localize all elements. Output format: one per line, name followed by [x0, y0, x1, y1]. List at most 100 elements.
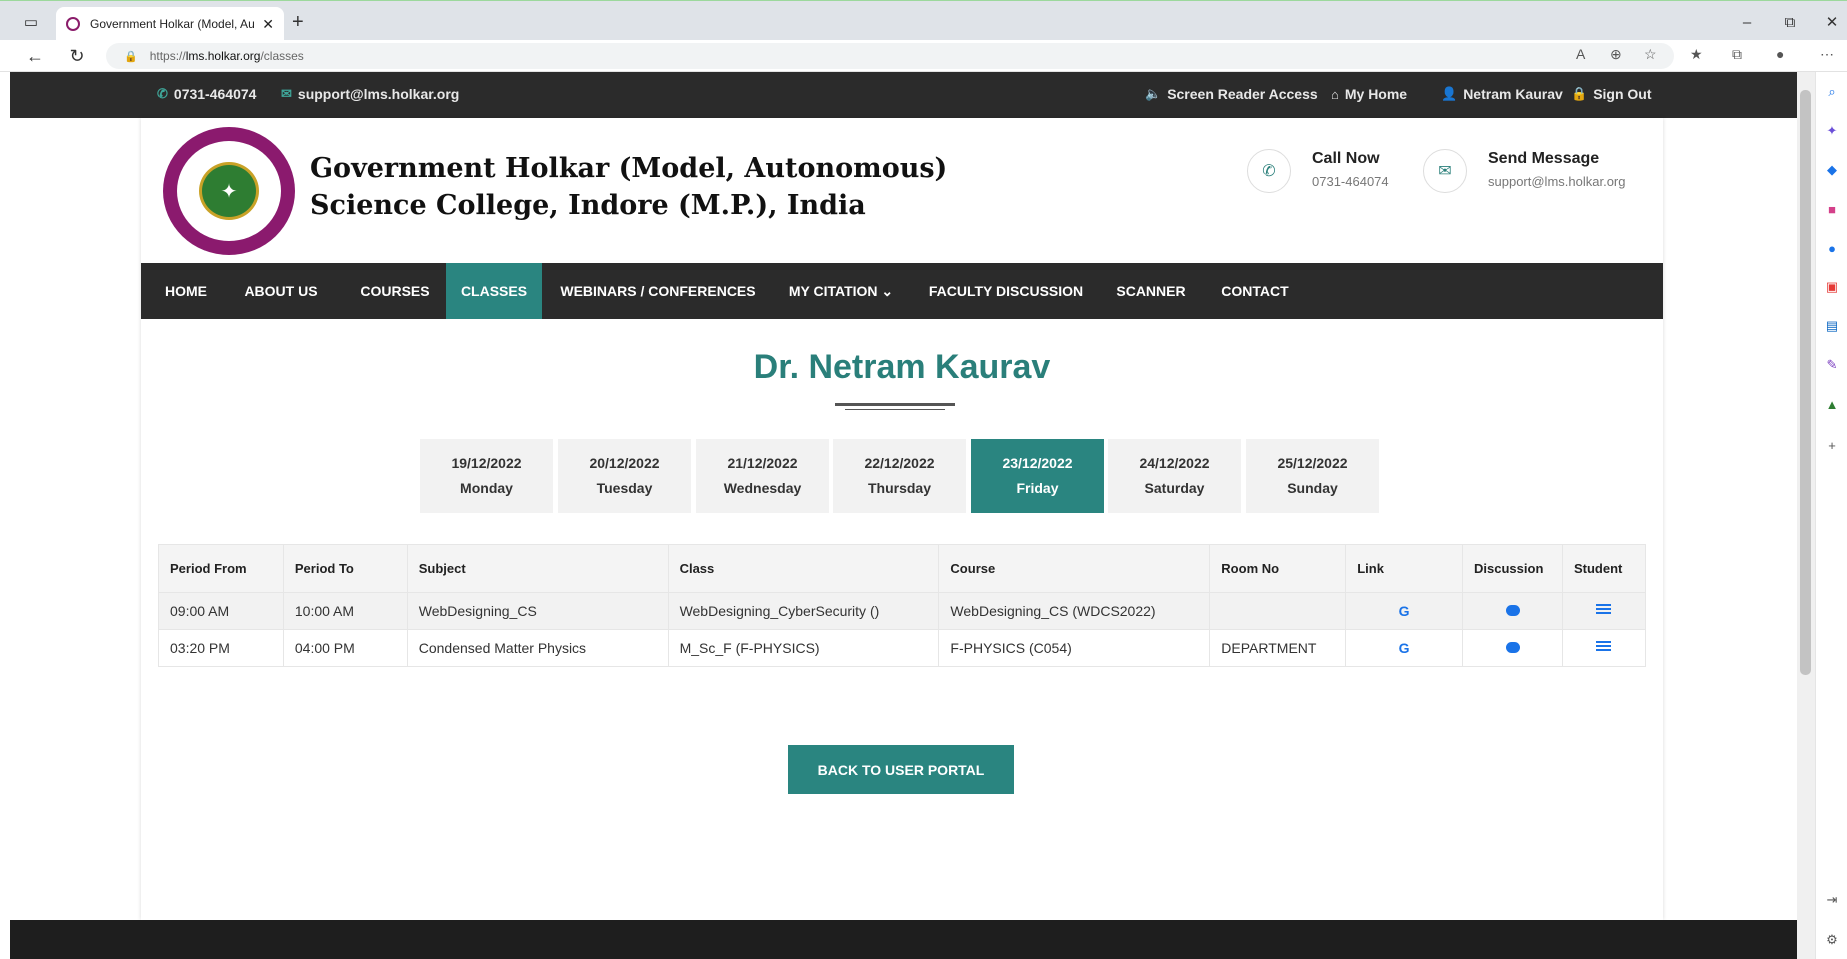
- nav-faculty-discussion[interactable]: FACULTY DISCUSSION: [929, 263, 1083, 319]
- cell-course: F-PHYSICS (C054): [938, 629, 1211, 667]
- tools-icon[interactable]: ■: [1824, 201, 1840, 217]
- url-prefix: https://: [149, 49, 186, 63]
- day-date: 21/12/2022: [727, 455, 798, 471]
- my-home-link[interactable]: ⌂ My Home: [1331, 86, 1407, 102]
- minimize-icon[interactable]: –: [1732, 11, 1762, 33]
- google-meet-link-icon[interactable]: G: [1399, 640, 1410, 656]
- site-favicon-icon: [66, 17, 80, 31]
- nav-contact[interactable]: CONTACT: [1219, 263, 1291, 319]
- cell-period-from: 03:20 PM: [158, 629, 284, 667]
- refresh-icon[interactable]: ↻: [62, 44, 92, 68]
- copilot-icon[interactable]: ✦: [1824, 123, 1840, 139]
- topbar-email[interactable]: ✉ support@lms.holkar.org: [281, 86, 459, 102]
- zoom-icon[interactable]: ⊕: [1610, 46, 1622, 63]
- nav-webinars[interactable]: WEBINARS / CONFERENCES: [560, 263, 756, 319]
- add-favorite-icon[interactable]: ☆: [1644, 46, 1657, 63]
- college-logo[interactable]: ✦: [163, 127, 295, 255]
- day-date: 22/12/2022: [864, 455, 935, 471]
- day-tab-sunday[interactable]: 25/12/2022 Sunday: [1246, 439, 1379, 513]
- cell-subject: Condensed Matter Physics: [407, 629, 669, 667]
- col-subject: Subject: [407, 544, 669, 593]
- read-aloud-icon[interactable]: A: [1576, 46, 1585, 62]
- cell-period-from: 09:00 AM: [158, 592, 284, 630]
- page-title: Dr. Netram Kaurav: [753, 348, 1051, 386]
- day-name: Friday: [1016, 480, 1059, 496]
- day-date: 24/12/2022: [1139, 455, 1210, 471]
- close-window-icon[interactable]: ✕: [1817, 11, 1847, 33]
- day-tab-saturday[interactable]: 24/12/2022 Saturday: [1108, 439, 1241, 513]
- home-icon: ⌂: [1331, 86, 1339, 102]
- back-to-user-portal-button[interactable]: BACK TO USER PORTAL: [788, 745, 1014, 794]
- send-message-title: Send Message: [1488, 150, 1600, 167]
- day-tab-tuesday[interactable]: 20/12/2022 Tuesday: [558, 439, 691, 513]
- col-period-from: Period From: [158, 544, 284, 593]
- tab-title: Government Holkar (Model, Auto: [90, 17, 255, 31]
- search-icon[interactable]: ⌕: [1824, 84, 1840, 100]
- day-name: Monday: [460, 480, 513, 496]
- topbar-phone[interactable]: ✆ 0731-464074: [157, 86, 256, 102]
- nav-classes[interactable]: CLASSES: [446, 263, 542, 319]
- games-icon[interactable]: ●: [1824, 240, 1840, 256]
- profile-icon[interactable]: ●: [1776, 46, 1784, 62]
- day-date: 19/12/2022: [451, 455, 522, 471]
- message-icon[interactable]: ✉: [1423, 149, 1467, 193]
- table-row: 03:20 PM 04:00 PM Condensed Matter Physi…: [158, 629, 1647, 667]
- new-tab-icon[interactable]: +: [292, 11, 304, 34]
- email-icon: ✉: [281, 86, 292, 101]
- url-input[interactable]: 🔒 https://lms.holkar.org/classes: [106, 43, 1674, 69]
- sidebar-collapse-icon[interactable]: ⇥: [1824, 892, 1840, 908]
- call-now-number: 0731-464074: [1312, 174, 1389, 189]
- scrollbar-thumb[interactable]: [1800, 90, 1811, 675]
- more-menu-icon[interactable]: ⋯: [1820, 46, 1834, 63]
- sidebar-toggle-icon[interactable]: ▭: [16, 11, 46, 33]
- chat-icon[interactable]: [1505, 605, 1520, 616]
- day-date: 20/12/2022: [589, 455, 660, 471]
- cell-student: [1562, 629, 1647, 667]
- google-meet-link-icon[interactable]: G: [1399, 603, 1410, 619]
- outlook-icon[interactable]: ▤: [1824, 318, 1840, 334]
- restore-icon[interactable]: ⧉: [1775, 11, 1805, 33]
- day-tab-friday[interactable]: 23/12/2022 Friday: [971, 439, 1104, 513]
- title-divider-thin: [845, 409, 945, 410]
- settings-gear-icon[interactable]: ⚙: [1824, 932, 1840, 948]
- add-icon[interactable]: +: [1824, 437, 1840, 453]
- cell-link: G: [1345, 592, 1464, 630]
- nav-about-us[interactable]: ABOUT US: [244, 263, 317, 319]
- top-info-bar: ✆ 0731-464074 ✉ support@lms.holkar.org 🔈…: [10, 72, 1797, 118]
- nav-scanner[interactable]: SCANNER: [1115, 263, 1187, 319]
- browser-tab-bar: ▭ Government Holkar (Model, Auto ✕ + – ⧉…: [0, 0, 1847, 41]
- speaker-icon: 🔈: [1145, 86, 1162, 101]
- chat-icon[interactable]: [1505, 642, 1520, 653]
- topbar-phone-text: 0731-464074: [173, 86, 257, 102]
- nav-my-citation[interactable]: MY CITATION ⌄: [786, 263, 896, 319]
- day-tab-wednesday[interactable]: 21/12/2022 Wednesday: [696, 439, 829, 513]
- screen-reader-text: Screen Reader Access: [1167, 86, 1318, 102]
- office-icon[interactable]: ▣: [1824, 279, 1840, 295]
- browser-tab[interactable]: Government Holkar (Model, Auto ✕: [56, 7, 284, 41]
- designer-icon[interactable]: ✎: [1824, 357, 1840, 373]
- call-icon[interactable]: ✆: [1247, 149, 1291, 193]
- cell-class: M_Sc_F (F-PHYSICS): [668, 629, 940, 667]
- day-tab-monday[interactable]: 19/12/2022 Monday: [420, 439, 553, 513]
- logo-ring: ✦: [177, 141, 281, 241]
- close-tab-icon[interactable]: ✕: [262, 16, 274, 33]
- day-tab-thursday[interactable]: 22/12/2022 Thursday: [833, 439, 966, 513]
- tree-icon[interactable]: ▲: [1824, 396, 1840, 412]
- collections-icon[interactable]: ⧉: [1732, 46, 1742, 63]
- address-bar-row: ← ↻ 🔒 https://lms.holkar.org/classes A ⊕…: [0, 40, 1847, 72]
- screen-reader-link[interactable]: 🔈 Screen Reader Access: [1145, 86, 1318, 102]
- student-list-icon[interactable]: [1596, 641, 1612, 653]
- nav-home[interactable]: HOME: [159, 263, 213, 319]
- sign-out-link[interactable]: 🔒 Sign Out: [1571, 86, 1652, 102]
- user-link[interactable]: 👤 Netram Kaurav: [1441, 86, 1563, 102]
- col-course: Course: [938, 544, 1211, 593]
- shopping-icon[interactable]: ◆: [1824, 162, 1840, 178]
- cell-period-to: 10:00 AM: [283, 592, 408, 630]
- cell-course: WebDesigning_CS (WDCS2022): [938, 592, 1211, 630]
- student-list-icon[interactable]: [1596, 604, 1612, 616]
- browser-sidebar: ⌕ ✦ ◆ ■ ● ▣ ▤ ✎ ▲ + ⇥ ⚙: [1815, 72, 1847, 959]
- college-name: Government Holkar (Model, Autonomous) Sc…: [310, 150, 947, 224]
- back-arrow-icon[interactable]: ←: [20, 44, 50, 68]
- favorites-icon[interactable]: ★: [1690, 46, 1703, 63]
- nav-courses[interactable]: COURSES: [359, 263, 431, 319]
